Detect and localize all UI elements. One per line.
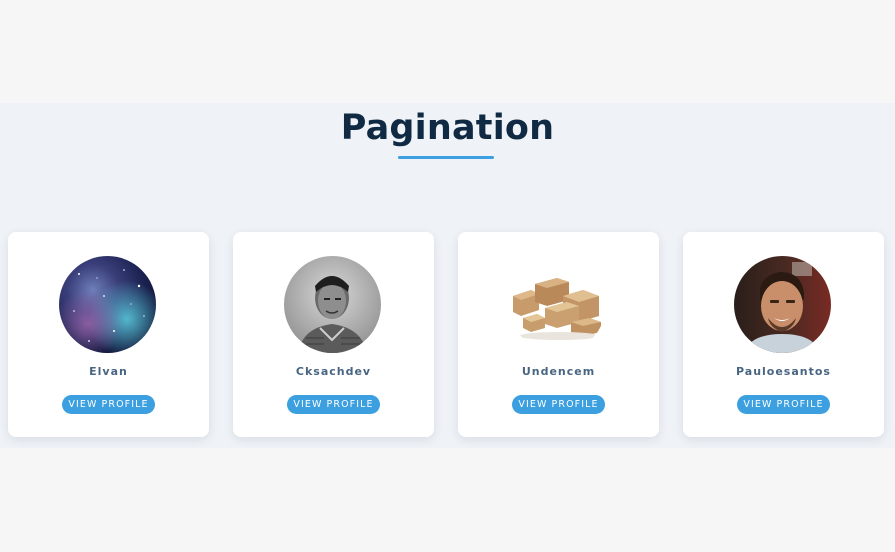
profile-card: Elvan VIEW PROFILE bbox=[8, 232, 209, 437]
profile-name: Undencem bbox=[521, 365, 596, 378]
view-profile-button[interactable]: VIEW PROFILE bbox=[62, 395, 155, 414]
profile-name: Cksachdev bbox=[295, 365, 372, 378]
profile-name: Elvan bbox=[89, 365, 128, 378]
profile-card: Undencem VIEW PROFILE bbox=[458, 232, 659, 437]
smiling-man-avatar bbox=[734, 256, 831, 353]
view-profile-button[interactable]: VIEW PROFILE bbox=[287, 395, 380, 414]
profile-name: Pauloesantos bbox=[736, 365, 831, 378]
page-title: Pagination bbox=[340, 108, 555, 148]
profile-card: Cksachdev VIEW PROFILE bbox=[233, 232, 434, 437]
title-underline bbox=[398, 156, 494, 159]
profile-card: Pauloesantos VIEW PROFILE bbox=[683, 232, 884, 437]
view-profile-button[interactable]: VIEW PROFILE bbox=[737, 395, 830, 414]
man-portrait-avatar bbox=[284, 256, 381, 353]
profile-cards: Elvan VIEW PROFILE Cksachdev VIEW PROFIL… bbox=[8, 232, 887, 437]
boxes-avatar bbox=[509, 256, 606, 353]
galaxy-avatar bbox=[59, 256, 156, 353]
view-profile-button[interactable]: VIEW PROFILE bbox=[512, 395, 605, 414]
